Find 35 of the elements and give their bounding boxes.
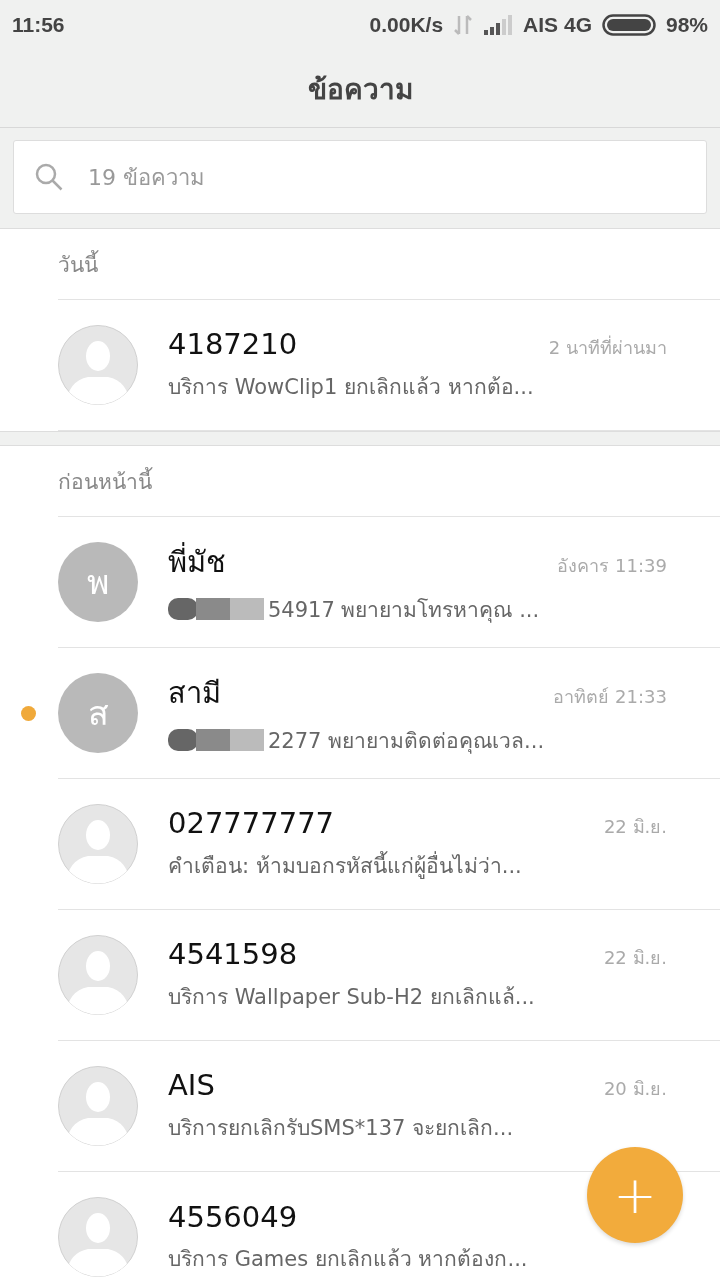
contact-name: 4556049 xyxy=(168,1199,299,1234)
contact-name: 027777777 xyxy=(168,806,336,840)
new-message-button[interactable]: + xyxy=(587,1147,683,1243)
data-transfer-icon xyxy=(453,14,474,36)
contact-name: 4541598 xyxy=(168,937,299,971)
battery-percent: 98% xyxy=(665,13,708,37)
message-time: 22 มิ.ย. xyxy=(603,815,667,839)
status-time: 11:56 xyxy=(12,13,65,37)
contact-name: สามี xyxy=(168,674,222,712)
contact-name: 4187210 xyxy=(168,327,299,361)
carrier-label: AIS 4G xyxy=(523,13,592,37)
message-time: 20 มิ.ย. xyxy=(603,1077,667,1101)
message-snippet: คำเตือน: ห้ามบอกรหัสนี้แก่ผู้อื่นไม่ว่า... xyxy=(168,849,522,882)
message-snippet: บริการ Wallpaper Sub-H2 ยกเลิกแล้... xyxy=(168,984,535,1011)
section-header: วันนี้ xyxy=(58,249,98,279)
message-snippet: บริการ WowClip1 ยกเลิกแล้ว หากต้อ... xyxy=(168,374,534,401)
signal-icon xyxy=(483,15,514,35)
screen-title: ข้อความ xyxy=(307,71,413,108)
message-time: 2 นาทีที่ผ่านมา xyxy=(548,334,667,360)
network-speed: 0.00K/s xyxy=(369,13,444,37)
contact-avatar: พ xyxy=(58,542,138,622)
contact-name: AIS xyxy=(168,1068,216,1102)
search-field[interactable]: 19 ข้อความ xyxy=(13,140,707,214)
contact-avatar: ส xyxy=(58,673,138,753)
message-snippet: บริการ Games ยกเลิกแล้ว หากต้องก... xyxy=(168,1245,528,1273)
search-icon xyxy=(34,162,64,192)
battery-icon xyxy=(601,14,656,36)
section-header: ก่อนหน้านี้ xyxy=(58,466,152,496)
contact-name: พี่มัช xyxy=(168,541,227,581)
message-time: อังคาร 11:39 xyxy=(557,553,667,578)
message-time: 22 มิ.ย. xyxy=(603,946,667,970)
message-snippet: 2277 พยายามติดต่อคุณเวล... xyxy=(268,727,545,756)
message-time: อาทิตย์ 21:33 xyxy=(553,684,667,709)
message-snippet: บริการยกเลิกรับSMS*137 จะยกเลิก... xyxy=(168,1115,514,1142)
message-snippet: 54917 พยายามโทรหาคุณ ... xyxy=(268,596,540,625)
